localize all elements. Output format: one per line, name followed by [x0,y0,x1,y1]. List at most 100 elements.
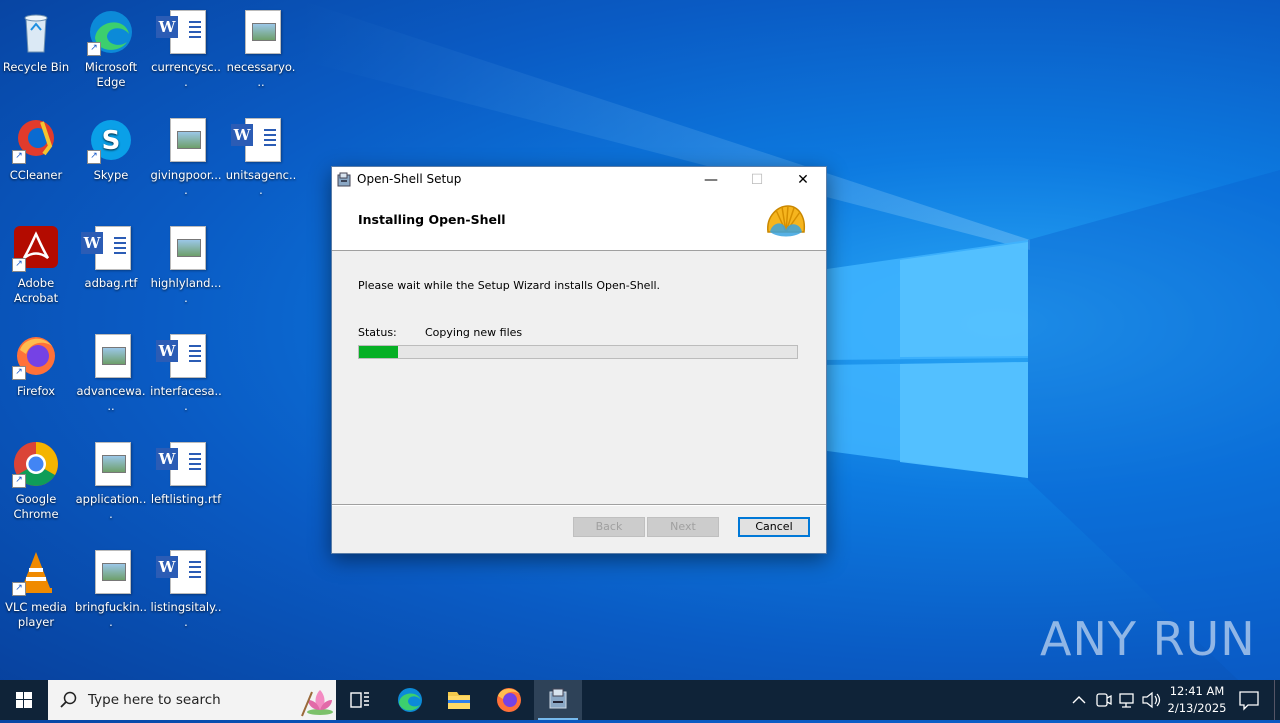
skype-icon: S ↗ [87,116,135,164]
recycle-bin-icon [12,8,60,56]
task-view-button[interactable] [336,680,384,720]
footer-divider [332,504,826,506]
edge-icon: ↗ [87,8,135,56]
desktop-icon-bringfuckin[interactable]: bringfuckin... [75,548,147,630]
firefox-icon [497,688,521,712]
desktop-icon-adobe-acrobat[interactable]: ↗ Adobe Acrobat [0,224,72,306]
maximize-icon: ☐ [750,172,764,188]
desktop-icon-skype[interactable]: S ↗ Skype [75,116,147,183]
firefox-icon: ↗ [12,332,60,380]
open-shell-logo-icon [767,205,806,237]
back-button: Back [573,517,645,537]
cancel-button[interactable]: Cancel [738,517,810,537]
word-document-icon: W [231,116,285,164]
taskbar: Type here to search 12:41 AM 2/13/2025 [0,680,1280,720]
svg-text:S: S [102,126,121,156]
wizard-banner: Installing Open-Shell [332,193,826,251]
search-placeholder: Type here to search [88,692,221,708]
close-button[interactable]: ✕ [780,167,826,193]
minimize-icon: — [704,172,718,188]
search-icon [60,691,77,708]
image-file-icon [237,8,285,56]
taskbar-file-explorer-button[interactable] [435,680,483,720]
desktop-icon-vlc[interactable]: ↗ VLC media player [0,548,72,630]
desktop-icon-necessaryo[interactable]: necessaryo... [225,8,297,90]
shortcut-arrow-icon: ↗ [12,474,26,488]
wizard-heading: Installing Open-Shell [358,212,506,227]
maximize-button: ☐ [734,167,780,193]
shortcut-arrow-icon: ↗ [12,258,26,272]
desktop-icon-unitsagenc[interactable]: W unitsagenc... [225,116,297,198]
setup-dialog: Open-Shell Setup — ☐ ✕ Installing Open-S… [331,166,827,554]
image-file-icon [87,440,135,488]
vlc-icon: ↗ [12,548,60,596]
taskbar-search-box[interactable]: Type here to search [48,680,336,720]
word-document-icon: W [81,224,135,272]
acrobat-icon: ↗ [12,224,60,272]
edge-icon [398,688,422,712]
shortcut-arrow-icon: ↗ [87,42,101,56]
shortcut-arrow-icon: ↗ [12,366,26,380]
image-file-icon [162,116,210,164]
windows-logo-icon [16,692,32,708]
word-document-icon: W [156,440,210,488]
notification-icon [1239,691,1259,711]
chrome-icon: ↗ [12,440,60,488]
start-button[interactable] [0,680,48,720]
network-button[interactable] [1116,680,1138,720]
setup-icon [337,172,351,187]
show-hidden-icons-button[interactable] [1068,680,1090,720]
action-center-button[interactable] [1234,680,1264,720]
next-button: Next [647,517,719,537]
taskbar-clock[interactable]: 12:41 AM 2/13/2025 [1162,683,1232,717]
clock-time: 12:41 AM [1169,684,1225,698]
taskbar-edge-button[interactable] [386,680,434,720]
desktop-icon-firefox[interactable]: ↗ Firefox [0,332,72,399]
desktop-icon-microsoft-edge[interactable]: ↗ Microsoft Edge [75,8,147,90]
network-icon [1119,693,1134,708]
desktop-icon-interfacesa[interactable]: W interfacesa... [150,332,222,414]
desktop-icon-recycle-bin[interactable]: Recycle Bin [0,8,72,75]
desktop-icon-google-chrome[interactable]: ↗ Google Chrome [0,440,72,522]
taskbar-firefox-button[interactable] [485,680,533,720]
image-file-icon [87,332,135,380]
desktop-icon-leftlisting-rtf[interactable]: W leftlisting.rtf [150,440,222,507]
word-document-icon: W [156,8,210,56]
desktop-icon-adbag-rtf[interactable]: W adbag.rtf [75,224,147,291]
desktop-icon-advancewa[interactable]: advancewa... [75,332,147,414]
window-title: Open-Shell Setup [357,172,462,186]
lotus-search-highlight-icon [301,690,333,717]
desktop-icon-givingpoor[interactable]: givingpoor.... [150,116,222,198]
shortcut-arrow-icon: ↗ [12,150,26,164]
meet-now-button[interactable] [1092,680,1114,720]
anyrun-watermark: ANY RUN [1040,612,1256,666]
image-file-icon [87,548,135,596]
speaker-icon [1142,691,1161,709]
desktop-icon-currencysc[interactable]: W currencysc... [150,8,222,90]
desktop-icon-application[interactable]: application... [75,440,147,522]
word-document-icon: W [156,332,210,380]
status-value: Copying new files [425,326,523,339]
desktop-icon-listingsitaly[interactable]: W listingsitaly... [150,548,222,630]
close-icon: ✕ [797,172,809,188]
task-view-icon [350,692,369,708]
install-progress-bar [358,345,798,359]
image-file-icon [162,224,210,272]
show-desktop-button[interactable] [1274,680,1280,720]
ccleaner-icon: ↗ [12,116,60,164]
taskbar-setup-button[interactable] [534,680,582,720]
minimize-button[interactable]: — [688,167,734,193]
status-label: Status: [358,326,397,339]
word-document-icon: W [156,548,210,596]
chevron-up-icon [1072,696,1086,704]
desktop-icon-highlyland[interactable]: highlyland.... [150,224,222,306]
meet-now-icon [1096,693,1112,707]
title-bar[interactable]: Open-Shell Setup — ☐ ✕ [332,167,826,193]
shortcut-arrow-icon: ↗ [87,150,101,164]
desktop-icon-ccleaner[interactable]: ↗ CCleaner [0,116,72,183]
progress-fill [359,346,399,358]
file-explorer-icon [448,692,470,709]
volume-button[interactable] [1140,680,1162,720]
wizard-message: Please wait while the Setup Wizard insta… [358,279,661,292]
setup-icon [549,688,567,709]
